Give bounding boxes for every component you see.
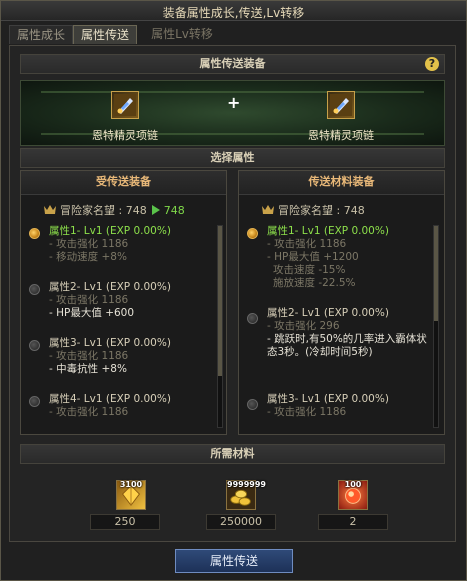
section-transfer-equipment: 属性传送装备 ? <box>20 54 445 74</box>
source-reputation-value: 748 <box>343 204 365 217</box>
attribute-line: - HP最大值 +1200 <box>267 251 359 263</box>
receiver-reputation: 冒险家名望 : 748 748 <box>43 202 185 218</box>
attribute-line: - 攻击强化 1186 <box>267 238 347 250</box>
source-attribute-1[interactable]: 属性1- Lv1 (EXP 0.00%) - 攻击强化 1186 - HP最大值… <box>247 225 427 290</box>
source-scrollbar[interactable] <box>433 225 439 428</box>
reputation-icon <box>44 205 56 214</box>
gold-coins-icon[interactable]: 9999999 <box>226 480 266 510</box>
attribute-line: - 中毒抗性 +8% <box>49 363 127 375</box>
receiver-reputation-label: 冒险家名望 : <box>60 204 123 217</box>
scroll-thumb[interactable] <box>434 226 438 321</box>
attribute-line: - 攻击强化 1186 <box>267 406 347 418</box>
receiver-item-slot[interactable] <box>111 91 139 119</box>
title-bar[interactable]: 装备属性成长,传送,Lv转移 <box>1 1 466 21</box>
reputation-icon <box>262 205 274 214</box>
attribute-title: 属性3- Lv1 (EXP 0.00%) <box>267 393 389 405</box>
attribute-line: - 移动速度 +8% <box>49 251 127 263</box>
source-item-name: 恩特精灵项链 <box>308 129 374 142</box>
necklace-icon <box>330 94 352 116</box>
receiver-item-name: 恩特精灵项链 <box>92 129 158 142</box>
receiver-reputation-value: 748 <box>125 204 147 217</box>
material-badge: 100 <box>344 480 362 489</box>
arrow-right-icon <box>151 205 160 215</box>
attribute-line: - 攻击强化 296 <box>267 320 340 332</box>
receiver-attribute-3[interactable]: 属性3- Lv1 (EXP 0.00%) - 攻击强化 1186 - 中毒抗性 … <box>29 337 209 376</box>
scroll-thumb[interactable] <box>218 226 222 376</box>
tab-attribute-growth[interactable]: 属性成长 <box>9 25 73 44</box>
attribute-line: - 攻击强化 1186 <box>49 406 129 418</box>
attribute-line: - 攻击强化 1186 <box>49 350 129 362</box>
tab-attribute-lv-move[interactable]: 属性Lv转移 <box>137 25 227 44</box>
receiver-reputation-new: 748 <box>163 204 185 217</box>
gold-crystal-icon[interactable]: 3100 <box>116 480 146 510</box>
section-required-materials: 所需材料 <box>20 444 445 464</box>
transfer-panel: 属性传送装备 ? + 恩特精灵项链 恩特精灵项链 选择属性 受传送装备 冒险家名… <box>9 45 456 542</box>
receiver-header: 受传送装备 <box>21 171 226 195</box>
attribute-title: 属性3- Lv1 (EXP 0.00%) <box>49 337 171 349</box>
attribute-line: - 攻击强化 1186 <box>49 238 129 250</box>
red-orb-icon[interactable]: 100 <box>338 480 368 510</box>
material-value-1: 250 <box>90 514 160 530</box>
attribute-line: 施放速度 -22.5% <box>273 277 356 289</box>
attribute-title: 属性4- Lv1 (EXP 0.00%) <box>49 393 171 405</box>
section-transfer-equipment-label: 属性传送装备 <box>199 57 266 70</box>
attribute-title: 属性2- Lv1 (EXP 0.00%) <box>49 281 171 293</box>
section-select-attribute: 选择属性 <box>20 148 445 168</box>
receiver-attribute-1[interactable]: 属性1- Lv1 (EXP 0.00%) - 攻击强化 1186 - 移动速度 … <box>29 225 209 264</box>
source-attribute-3[interactable]: 属性3- Lv1 (EXP 0.00%) - 攻击强化 1186 <box>247 393 427 419</box>
attribute-title: 属性1- Lv1 (EXP 0.00%) <box>49 225 171 237</box>
receiver-scrollbar[interactable] <box>217 225 223 428</box>
source-attribute-2[interactable]: 属性2- Lv1 (EXP 0.00%) - 攻击强化 296 - 跳跃时,有5… <box>247 307 427 359</box>
source-reputation: 冒险家名望 : 748 <box>261 202 365 218</box>
attribute-line: - HP最大值 +600 <box>49 307 135 319</box>
attribute-transfer-button[interactable]: 属性传送 <box>175 549 293 573</box>
receiver-column: 受传送装备 冒险家名望 : 748 748 属性1- Lv1 (EXP 0.00%… <box>20 170 227 435</box>
attribute-line: - 攻击强化 1186 <box>49 294 129 306</box>
source-column: 传送材料装备 冒险家名望 : 748 属性1- Lv1 (EXP 0.00%) … <box>238 170 445 435</box>
section-required-materials-label: 所需材料 <box>210 447 255 460</box>
section-select-attribute-label: 选择属性 <box>210 151 255 164</box>
material-badge: 3100 <box>119 480 143 489</box>
material-value-3: 2 <box>318 514 388 530</box>
materials-row: 3100 9999999 100 250 250000 2 <box>20 474 445 530</box>
equipment-banner: + 恩特精灵项链 恩特精灵项链 <box>20 80 445 146</box>
receiver-attribute-2[interactable]: 属性2- Lv1 (EXP 0.00%) - 攻击强化 1186 - HP最大值… <box>29 281 209 320</box>
attribute-title: 属性2- Lv1 (EXP 0.00%) <box>267 307 389 319</box>
receiver-attribute-4[interactable]: 属性4- Lv1 (EXP 0.00%) - 攻击强化 1186 <box>29 393 209 419</box>
tab-attribute-transfer[interactable]: 属性传送 <box>73 25 137 44</box>
equipment-attribute-window: 装备属性成长,传送,Lv转移 属性成长 属性传送 属性Lv转移 属性传送装备 ?… <box>0 0 467 581</box>
necklace-icon <box>114 94 136 116</box>
window-title: 装备属性成长,传送,Lv转移 <box>162 6 305 20</box>
material-value-2: 250000 <box>206 514 276 530</box>
source-reputation-label: 冒险家名望 : <box>278 204 341 217</box>
source-header: 传送材料装备 <box>239 171 444 195</box>
plus-sign: + <box>227 93 241 112</box>
material-badge: 9999999 <box>227 480 266 489</box>
attribute-line: 攻击速度 -15% <box>273 264 346 276</box>
help-icon[interactable]: ? <box>425 57 439 71</box>
source-item-slot[interactable] <box>327 91 355 119</box>
attribute-title: 属性1- Lv1 (EXP 0.00%) <box>267 225 389 237</box>
attribute-line: - 跳跃时,有50%的几率进入霸体状态3秒。(冷却时间5秒) <box>267 333 427 358</box>
